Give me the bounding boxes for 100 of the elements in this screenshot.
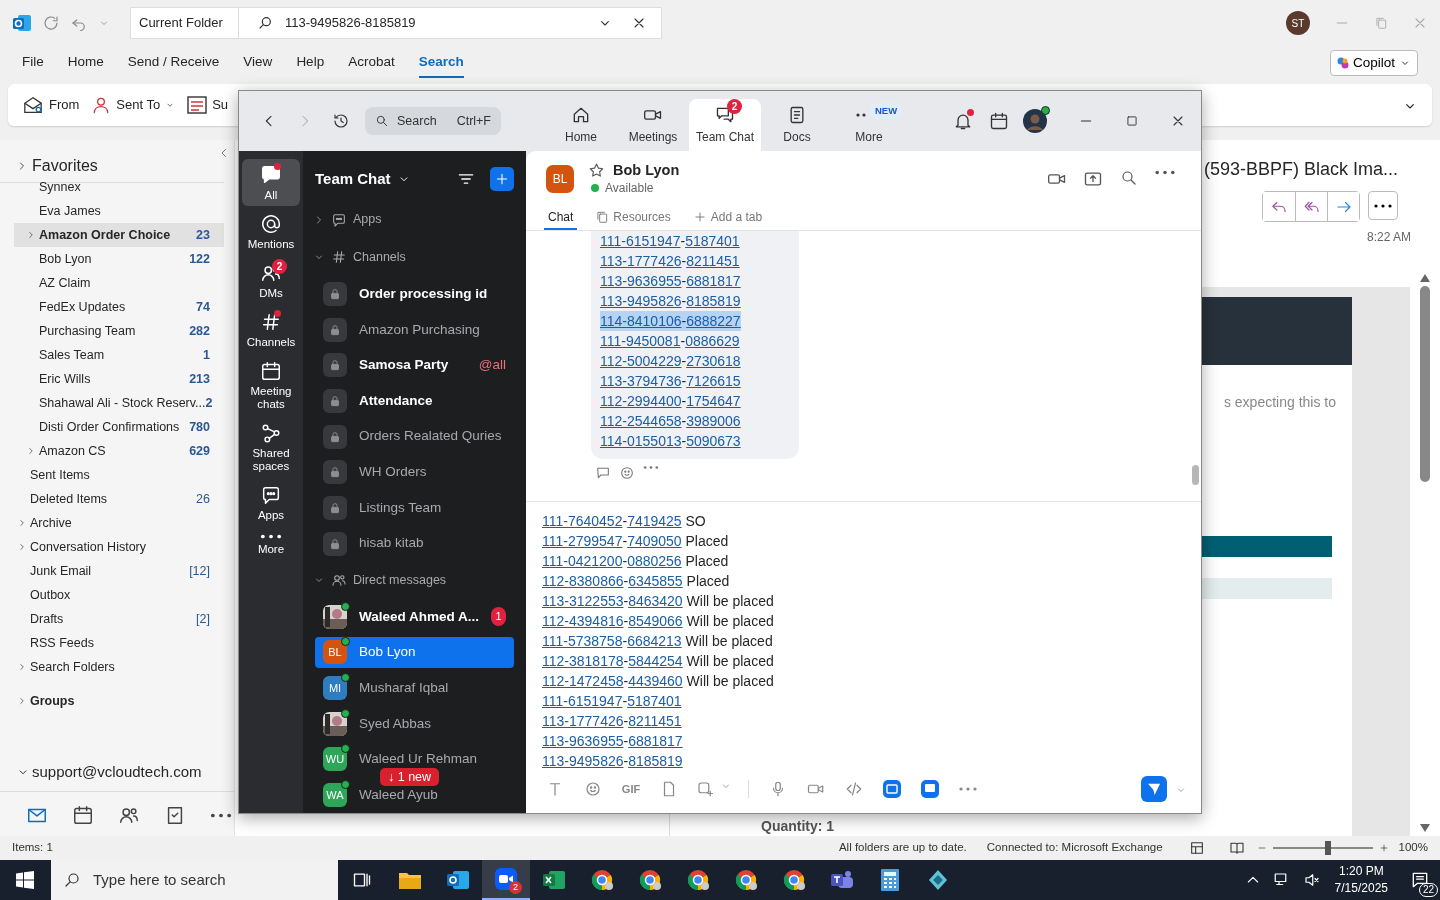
sidebar-item[interactable]: Shared spaces: [242, 417, 300, 477]
order-link[interactable]: 8549066: [628, 613, 683, 629]
chevron-icon[interactable]: [17, 542, 27, 552]
chat-item[interactable]: MI Musharaf Iqbal: [315, 672, 514, 704]
star-icon[interactable]: [588, 161, 605, 179]
folder-item[interactable]: Purchasing Team 282: [0, 319, 234, 343]
groups-header[interactable]: Groups: [0, 689, 234, 713]
emoji-icon[interactable]: [584, 780, 602, 798]
chat-tab[interactable]: Resources: [591, 206, 675, 230]
chat-tab[interactable]: Chat: [544, 206, 578, 230]
order-link[interactable]: 5844254: [628, 653, 683, 669]
section-header[interactable]: Channels: [303, 238, 526, 277]
start-icon[interactable]: [16, 871, 34, 889]
gif-button[interactable]: GIF: [612, 780, 650, 798]
folder-item[interactable]: Amazon Order Choice 23: [14, 223, 224, 247]
menu-tab[interactable]: Acrobat: [348, 47, 395, 79]
chevron-icon[interactable]: [17, 696, 27, 706]
folder-item[interactable]: RSS Feeds: [0, 631, 234, 655]
zoom-in-icon[interactable]: [1378, 843, 1389, 854]
folder-item[interactable]: Bob Lyon 122: [0, 247, 234, 271]
order-link[interactable]: 114-8410106: [600, 313, 682, 329]
order-link[interactable]: 0886629: [685, 333, 740, 349]
order-link[interactable]: 112-4394816: [542, 613, 624, 629]
channel-item[interactable]: Order processing id: [303, 276, 526, 312]
copilot-button[interactable]: Copilot: [1329, 49, 1418, 77]
order-link[interactable]: 111-5738758: [542, 633, 623, 649]
ribbon-button[interactable]: Sent To: [91, 95, 176, 115]
channel-item[interactable]: Samosa Party @all: [303, 347, 526, 384]
order-link[interactable]: 8185819: [628, 753, 683, 769]
taskbar-clock[interactable]: 1:20 PM 7/15/2025: [1334, 863, 1388, 897]
order-link[interactable]: 113-1777426: [600, 253, 682, 269]
menu-tab[interactable]: View: [243, 47, 273, 79]
menu-tab[interactable]: Send / Receive: [127, 47, 220, 79]
order-link[interactable]: 5090673: [686, 433, 741, 449]
sidebar-item[interactable]: More: [242, 528, 300, 560]
reading-view-icon[interactable]: [1228, 840, 1245, 856]
history-icon[interactable]: [332, 112, 350, 130]
folder-item[interactable]: Conversation History: [0, 535, 234, 559]
order-link[interactable]: 6684213: [627, 633, 682, 649]
order-link[interactable]: 113-9636955: [600, 273, 682, 289]
order-link[interactable]: 112-3818178: [542, 653, 624, 669]
menu-tab[interactable]: File: [22, 47, 44, 79]
folder-item[interactable]: Sales Team 1: [0, 343, 234, 367]
channel-item[interactable]: Attendance: [303, 383, 526, 419]
order-link[interactable]: 6881817: [628, 733, 683, 749]
sidebar-item[interactable]: Channels: [242, 306, 300, 353]
order-link[interactable]: 2730618: [686, 353, 741, 369]
folder-item[interactable]: Disti Order Confirmations 780: [0, 415, 234, 439]
order-link[interactable]: 113-3794736: [600, 373, 682, 389]
screenshot-icon[interactable]: [696, 780, 714, 798]
folder-item[interactable]: Sent Items: [0, 463, 234, 487]
code-icon[interactable]: [845, 780, 863, 798]
channel-item[interactable]: Listings Team: [303, 490, 526, 526]
order-link[interactable]: 6345855: [628, 573, 683, 589]
new-chat-button[interactable]: [490, 167, 514, 191]
chevron-icon[interactable]: [26, 446, 36, 456]
reply-icon[interactable]: [595, 465, 611, 481]
section-header[interactable]: Direct messages: [303, 561, 526, 599]
sidebar-item[interactable]: Mentions: [242, 208, 300, 255]
order-link[interactable]: 1754647: [686, 393, 741, 409]
taskbar-search-field[interactable]: Type here to search: [51, 860, 338, 900]
refresh-icon[interactable]: [42, 14, 60, 32]
user-avatar[interactable]: ST: [1286, 11, 1310, 35]
more-icon[interactable]: [643, 465, 659, 470]
sidebar-item[interactable]: Apps: [242, 479, 300, 526]
calendar-icon[interactable]: [989, 111, 1009, 131]
chat-item[interactable]: Waleed Ahmed A... 1: [315, 600, 514, 633]
nav-tab[interactable]: Docs: [761, 99, 833, 151]
order-link[interactable]: 6881817: [686, 273, 741, 289]
app-icon[interactable]: [883, 780, 901, 798]
more-icon[interactable]: [1155, 168, 1175, 176]
sidebar-item[interactable]: DMs 2: [242, 257, 300, 304]
order-link[interactable]: 113-9495826: [542, 753, 624, 769]
order-link[interactable]: 7419425: [627, 513, 682, 529]
sidebar-item[interactable]: Meeting chats: [242, 355, 300, 415]
folder-item[interactable]: Archive: [0, 511, 234, 535]
order-link[interactable]: 3989006: [686, 413, 741, 429]
ribbon-button[interactable]: Su: [187, 95, 229, 115]
order-link[interactable]: 4439460: [628, 673, 683, 689]
ribbon-button[interactable]: From: [22, 95, 80, 115]
folder-item[interactable]: Outbox: [0, 583, 234, 607]
order-link[interactable]: 111-6151947: [542, 693, 623, 709]
order-link[interactable]: 5187401: [685, 233, 740, 249]
order-link[interactable]: 112-2544658: [600, 413, 682, 429]
order-link[interactable]: 113-9636955: [542, 733, 624, 749]
app-icon[interactable]: [921, 780, 939, 798]
order-link[interactable]: 8185819: [686, 293, 741, 309]
slider-thumb[interactable]: [1324, 841, 1331, 855]
order-link[interactable]: 7126615: [686, 373, 741, 389]
chevron-icon[interactable]: [17, 518, 27, 528]
nav-tab[interactable]: Team Chat 2: [689, 99, 761, 151]
scroll-down-icon[interactable]: [1420, 824, 1430, 832]
calendar-icon[interactable]: [72, 804, 94, 826]
search-field[interactable]: Search Ctrl+F: [365, 107, 501, 135]
order-link[interactable]: 8211451: [686, 253, 740, 269]
folder-item[interactable]: AZ Claim: [0, 271, 234, 295]
video-app-icon[interactable]: 2: [482, 860, 530, 900]
channel-item[interactable]: Orders Realated Quries: [303, 418, 526, 455]
notification-button[interactable]: 22: [1400, 860, 1440, 900]
chat-item[interactable]: BL Bob Lyon: [315, 636, 514, 669]
